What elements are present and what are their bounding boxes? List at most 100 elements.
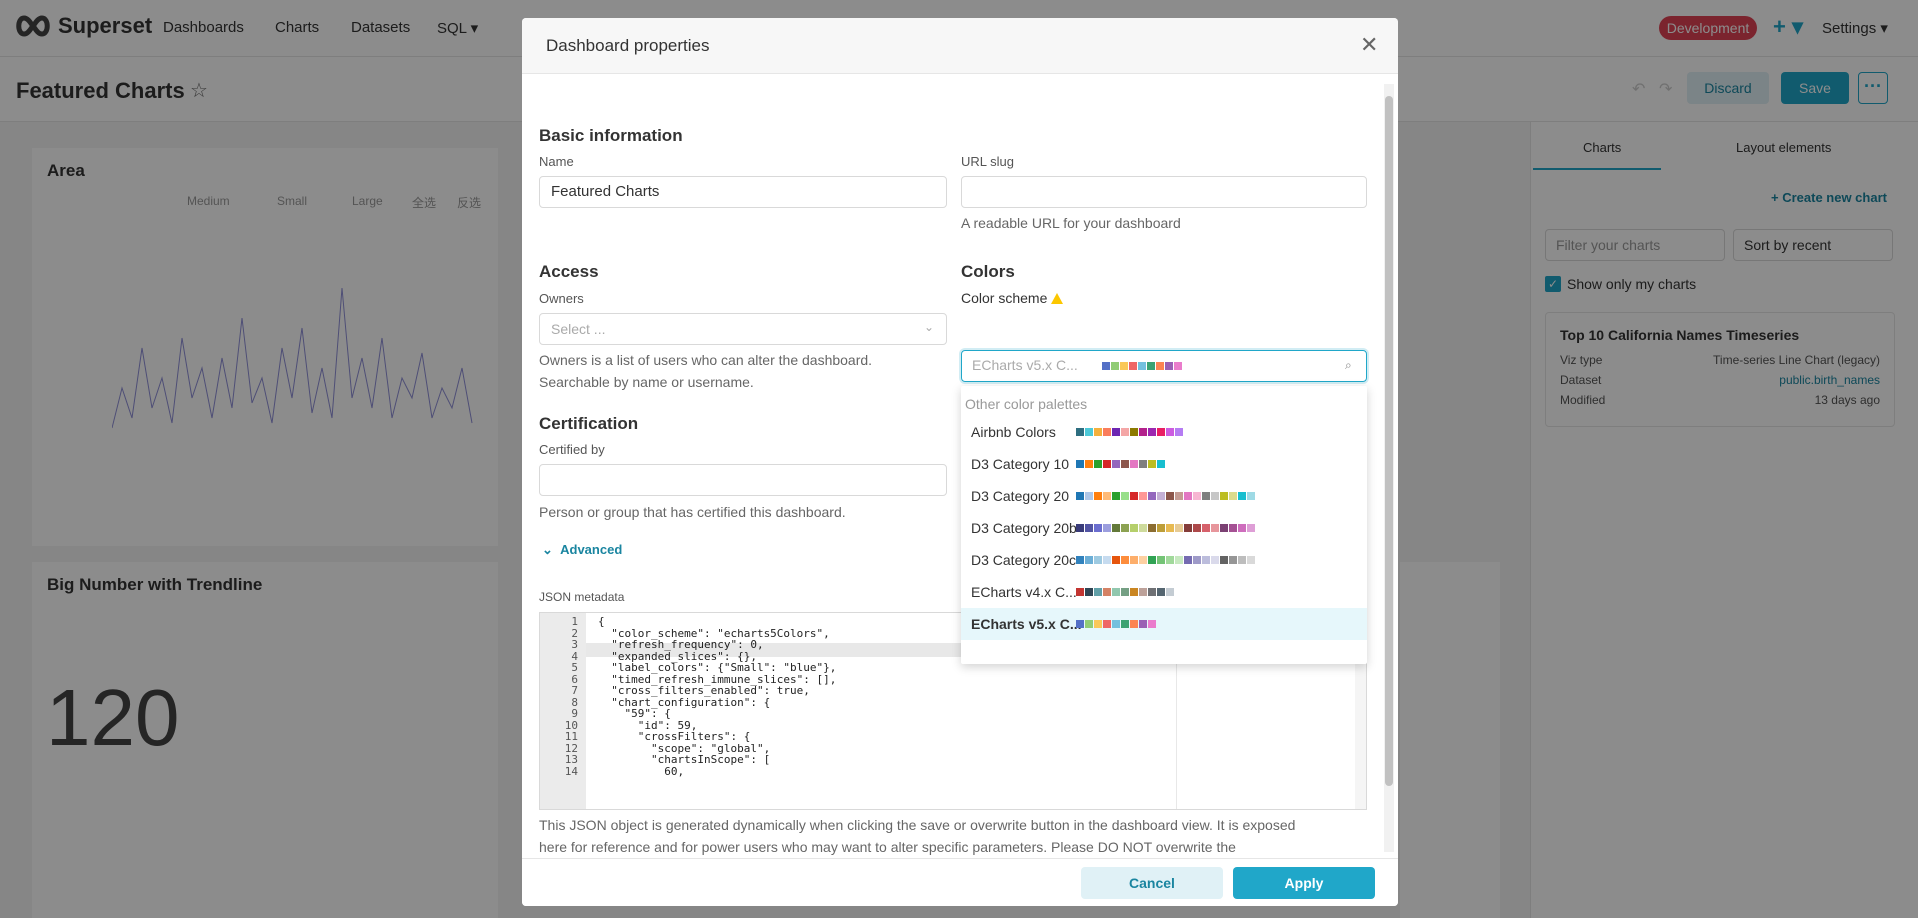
owners-help: Owners is a list of users who can alter …	[539, 352, 873, 368]
option-swatches	[1076, 524, 1256, 532]
color-swatch	[1130, 556, 1138, 564]
option-label: D3 Category 20b	[971, 520, 1077, 536]
close-icon[interactable]: ✕	[1360, 32, 1378, 58]
color-swatch	[1085, 524, 1093, 532]
color-swatch	[1165, 362, 1173, 370]
certified-by-input[interactable]	[539, 464, 947, 496]
color-swatch	[1247, 492, 1255, 500]
color-swatch	[1220, 492, 1228, 500]
modal-scrollbar[interactable]	[1384, 84, 1394, 852]
owners-select[interactable]: Select ...	[539, 313, 947, 345]
json-help: This JSON object is generated dynamicall…	[539, 817, 1296, 833]
color-swatch	[1103, 556, 1111, 564]
apply-button[interactable]: Apply	[1233, 867, 1375, 899]
color-scheme-label-text: Color scheme	[961, 290, 1048, 306]
color-swatch	[1085, 556, 1093, 564]
color-swatch	[1121, 460, 1129, 468]
color-swatch	[1085, 460, 1093, 468]
color-swatch	[1094, 588, 1102, 596]
color-swatch	[1156, 362, 1164, 370]
cancel-button[interactable]: Cancel	[1081, 867, 1223, 899]
color-swatch	[1121, 556, 1129, 564]
color-swatch	[1148, 428, 1156, 436]
url-slug-label: URL slug	[961, 154, 1014, 169]
color-swatch	[1112, 460, 1120, 468]
color-swatch	[1076, 524, 1084, 532]
color-swatch	[1138, 362, 1146, 370]
color-scheme-option[interactable]: D3 Category 10	[961, 448, 1367, 480]
color-swatch	[1094, 620, 1102, 628]
color-scheme-option[interactable]: ECharts v5.x C...	[961, 608, 1367, 640]
color-scheme-option[interactable]: ECharts v4.x C...	[961, 576, 1367, 608]
color-swatch	[1202, 492, 1210, 500]
color-scheme-option[interactable]: Airbnb Colors	[961, 416, 1367, 448]
url-slug-input[interactable]	[961, 176, 1367, 208]
option-swatches	[1076, 492, 1256, 500]
color-swatch	[1193, 556, 1201, 564]
warning-icon[interactable]	[1051, 293, 1064, 304]
modal-scrollbar-thumb[interactable]	[1385, 96, 1393, 786]
color-swatch	[1094, 556, 1102, 564]
color-swatch	[1112, 588, 1120, 596]
json-help: here for reference and for power users w…	[539, 839, 1236, 855]
modal-header: Dashboard properties ✕	[522, 18, 1398, 74]
name-input[interactable]: Featured Charts	[539, 176, 947, 208]
color-swatch	[1130, 492, 1138, 500]
color-swatch	[1148, 556, 1156, 564]
color-swatch	[1175, 524, 1183, 532]
color-swatch	[1229, 556, 1237, 564]
color-swatch	[1120, 362, 1128, 370]
color-swatch	[1157, 460, 1165, 468]
color-swatch	[1220, 524, 1228, 532]
color-swatch	[1094, 428, 1102, 436]
color-swatch	[1202, 524, 1210, 532]
color-swatch	[1129, 362, 1137, 370]
color-swatch	[1094, 460, 1102, 468]
option-swatches	[1076, 460, 1166, 468]
dashboard-properties-modal: Dashboard properties ✕ Basic information…	[522, 18, 1398, 906]
color-swatch	[1211, 524, 1219, 532]
color-swatch	[1247, 524, 1255, 532]
color-swatch	[1184, 524, 1192, 532]
color-scheme-option[interactable]: D3 Category 20b	[961, 512, 1367, 544]
color-swatch	[1121, 588, 1129, 596]
color-swatch	[1139, 428, 1147, 436]
color-swatch	[1157, 492, 1165, 500]
color-swatch	[1094, 492, 1102, 500]
color-swatch	[1112, 524, 1120, 532]
colors-heading: Colors	[961, 262, 1015, 281]
color-swatch	[1103, 428, 1111, 436]
color-swatch	[1148, 460, 1156, 468]
color-swatch	[1112, 492, 1120, 500]
advanced-toggle[interactable]: ⌄ Advanced	[542, 542, 622, 558]
certification-heading: Certification	[539, 414, 639, 433]
color-swatch	[1166, 556, 1174, 564]
owners-label: Owners	[539, 291, 584, 306]
option-swatches	[1076, 620, 1157, 628]
color-swatch	[1175, 556, 1183, 564]
color-swatch	[1130, 588, 1138, 596]
color-scheme-option[interactable]: D3 Category 20	[961, 480, 1367, 512]
chevron-down-icon: ⌄	[924, 320, 935, 334]
color-swatch	[1112, 620, 1120, 628]
color-swatch	[1130, 524, 1138, 532]
color-swatch	[1211, 492, 1219, 500]
color-swatch	[1112, 428, 1120, 436]
modal-title: Dashboard properties	[546, 36, 710, 55]
code-line: 60,	[598, 764, 685, 778]
advanced-label: Advanced	[560, 542, 623, 557]
color-swatch	[1085, 588, 1093, 596]
name-label: Name	[539, 154, 574, 169]
color-swatch	[1085, 492, 1093, 500]
color-swatch	[1139, 556, 1147, 564]
color-swatch	[1148, 492, 1156, 500]
color-swatch	[1211, 556, 1219, 564]
color-swatch	[1148, 524, 1156, 532]
color-swatch	[1130, 428, 1138, 436]
color-swatch	[1157, 428, 1165, 436]
color-swatch	[1085, 620, 1093, 628]
dropdown-group-label: Other color palettes	[965, 396, 1088, 412]
color-scheme-select[interactable]: ECharts v5.x C... ⌕	[961, 350, 1367, 382]
color-scheme-option[interactable]: D3 Category 20c	[961, 544, 1367, 576]
option-label: ECharts v5.x C...	[971, 616, 1082, 632]
